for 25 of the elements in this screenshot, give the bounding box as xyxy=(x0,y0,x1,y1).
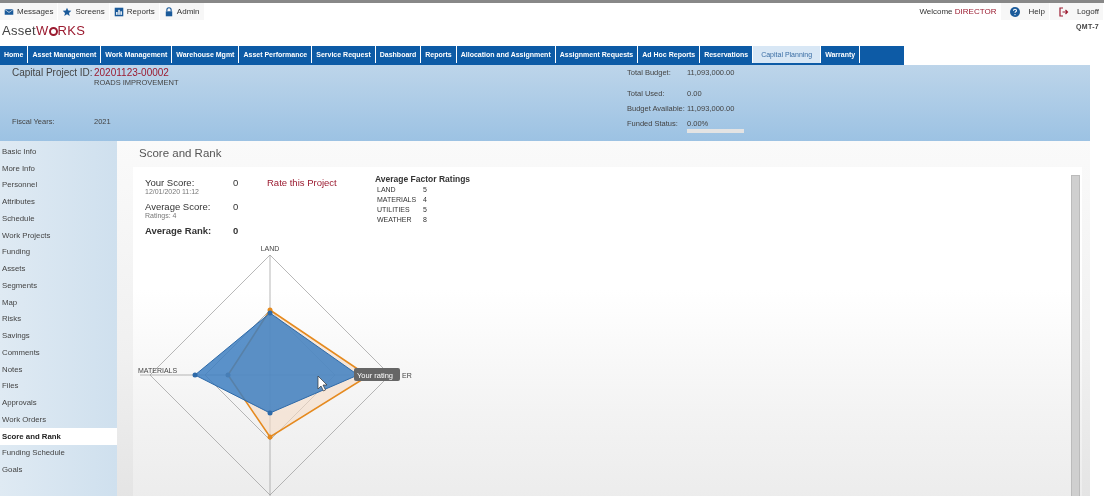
star-icon xyxy=(62,6,73,17)
score-label: Average Rank: xyxy=(145,225,213,236)
top-menu-link[interactable]: Reports xyxy=(109,3,159,20)
help-link[interactable]: Help xyxy=(1001,3,1049,20)
assetworks-logo: AssetW RKS xyxy=(2,23,86,38)
welcome-text: Welcome DIRECTOR xyxy=(918,7,998,16)
score-value: 0 xyxy=(233,201,240,214)
project-id: 20201123-00002 xyxy=(94,67,170,78)
section-title: Score and Rank xyxy=(139,147,223,161)
top-menu-link[interactable]: Screens xyxy=(58,3,109,20)
envelope-icon xyxy=(4,6,14,17)
top-menu-link[interactable]: Messages xyxy=(0,3,58,20)
logoff-link[interactable]: Logoff xyxy=(1049,3,1103,20)
factor-ratings-title: Average Factor Ratings xyxy=(375,174,472,184)
lock-icon xyxy=(163,6,174,17)
top-menu-link[interactable]: Admin xyxy=(159,3,204,20)
rate-project-link[interactable]: Rate this Project xyxy=(267,177,375,188)
scrollbar[interactable] xyxy=(1071,175,1080,496)
score-value: 0 xyxy=(233,225,240,236)
score-value: 0 xyxy=(233,177,240,190)
score-label: Average Score: xyxy=(145,201,212,212)
field-label: Capital Project ID: xyxy=(12,67,94,80)
score-label: Your Score: xyxy=(145,177,196,188)
chart-icon xyxy=(113,6,124,17)
cursor-icon xyxy=(317,375,328,392)
